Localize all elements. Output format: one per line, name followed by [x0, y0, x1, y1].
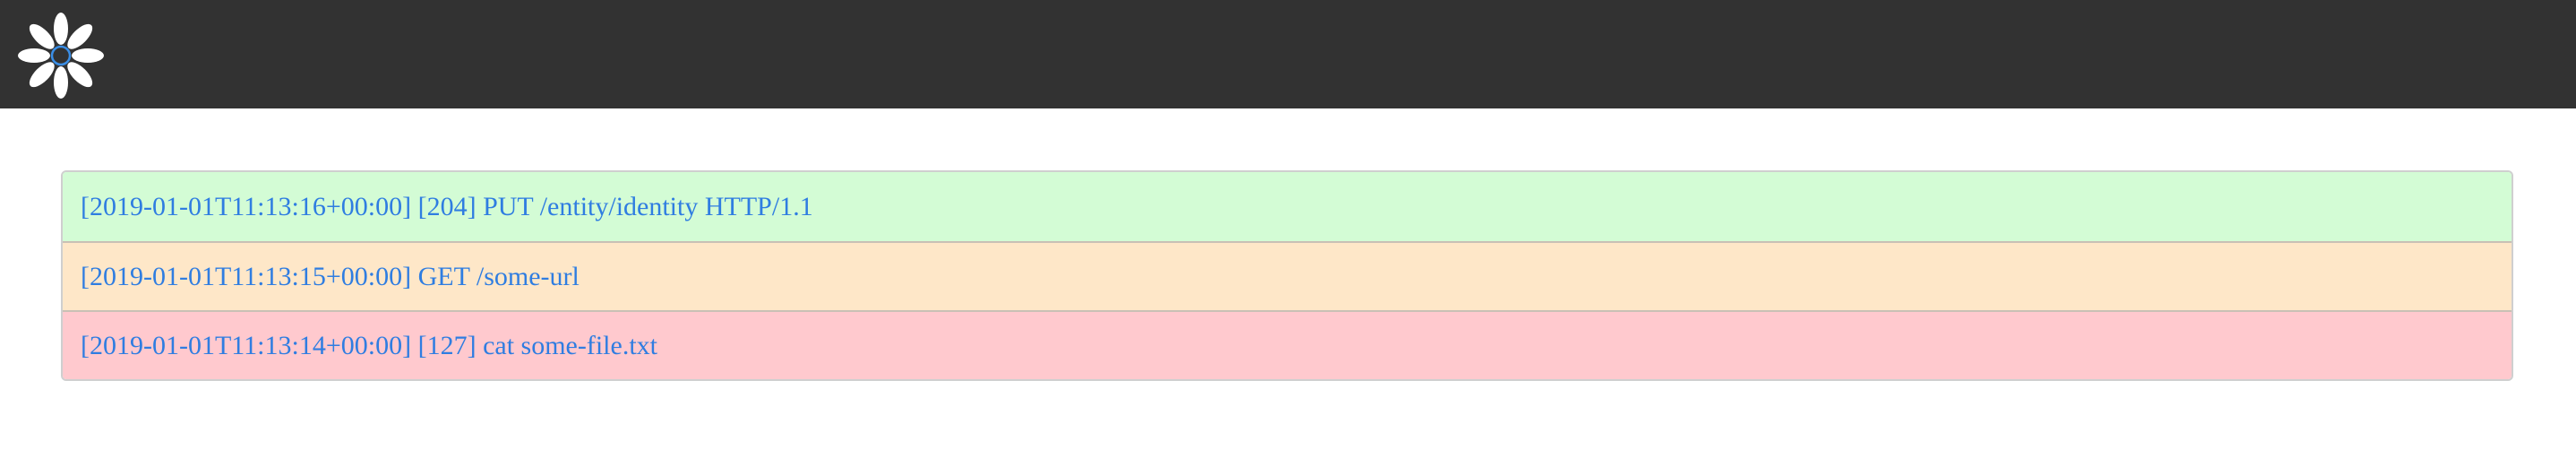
log-entry-list: [2019-01-01T11:13:16+00:00] [204] PUT /e… — [61, 170, 2513, 381]
log-entry-success[interactable]: [2019-01-01T11:13:16+00:00] [204] PUT /e… — [63, 172, 2512, 241]
flower-logo-icon[interactable] — [18, 13, 104, 99]
log-entry-text[interactable]: [2019-01-01T11:13:16+00:00] [204] PUT /e… — [81, 192, 813, 222]
log-entry-pending[interactable]: [2019-01-01T11:13:15+00:00] GET /some-ur… — [63, 241, 2512, 310]
top-navigation-bar — [0, 0, 2576, 108]
log-entry-text[interactable]: [2019-01-01T11:13:14+00:00] [127] cat so… — [81, 331, 657, 361]
log-entry-error[interactable]: [2019-01-01T11:13:14+00:00] [127] cat so… — [63, 310, 2512, 379]
log-entry-text[interactable]: [2019-01-01T11:13:15+00:00] GET /some-ur… — [81, 262, 580, 292]
